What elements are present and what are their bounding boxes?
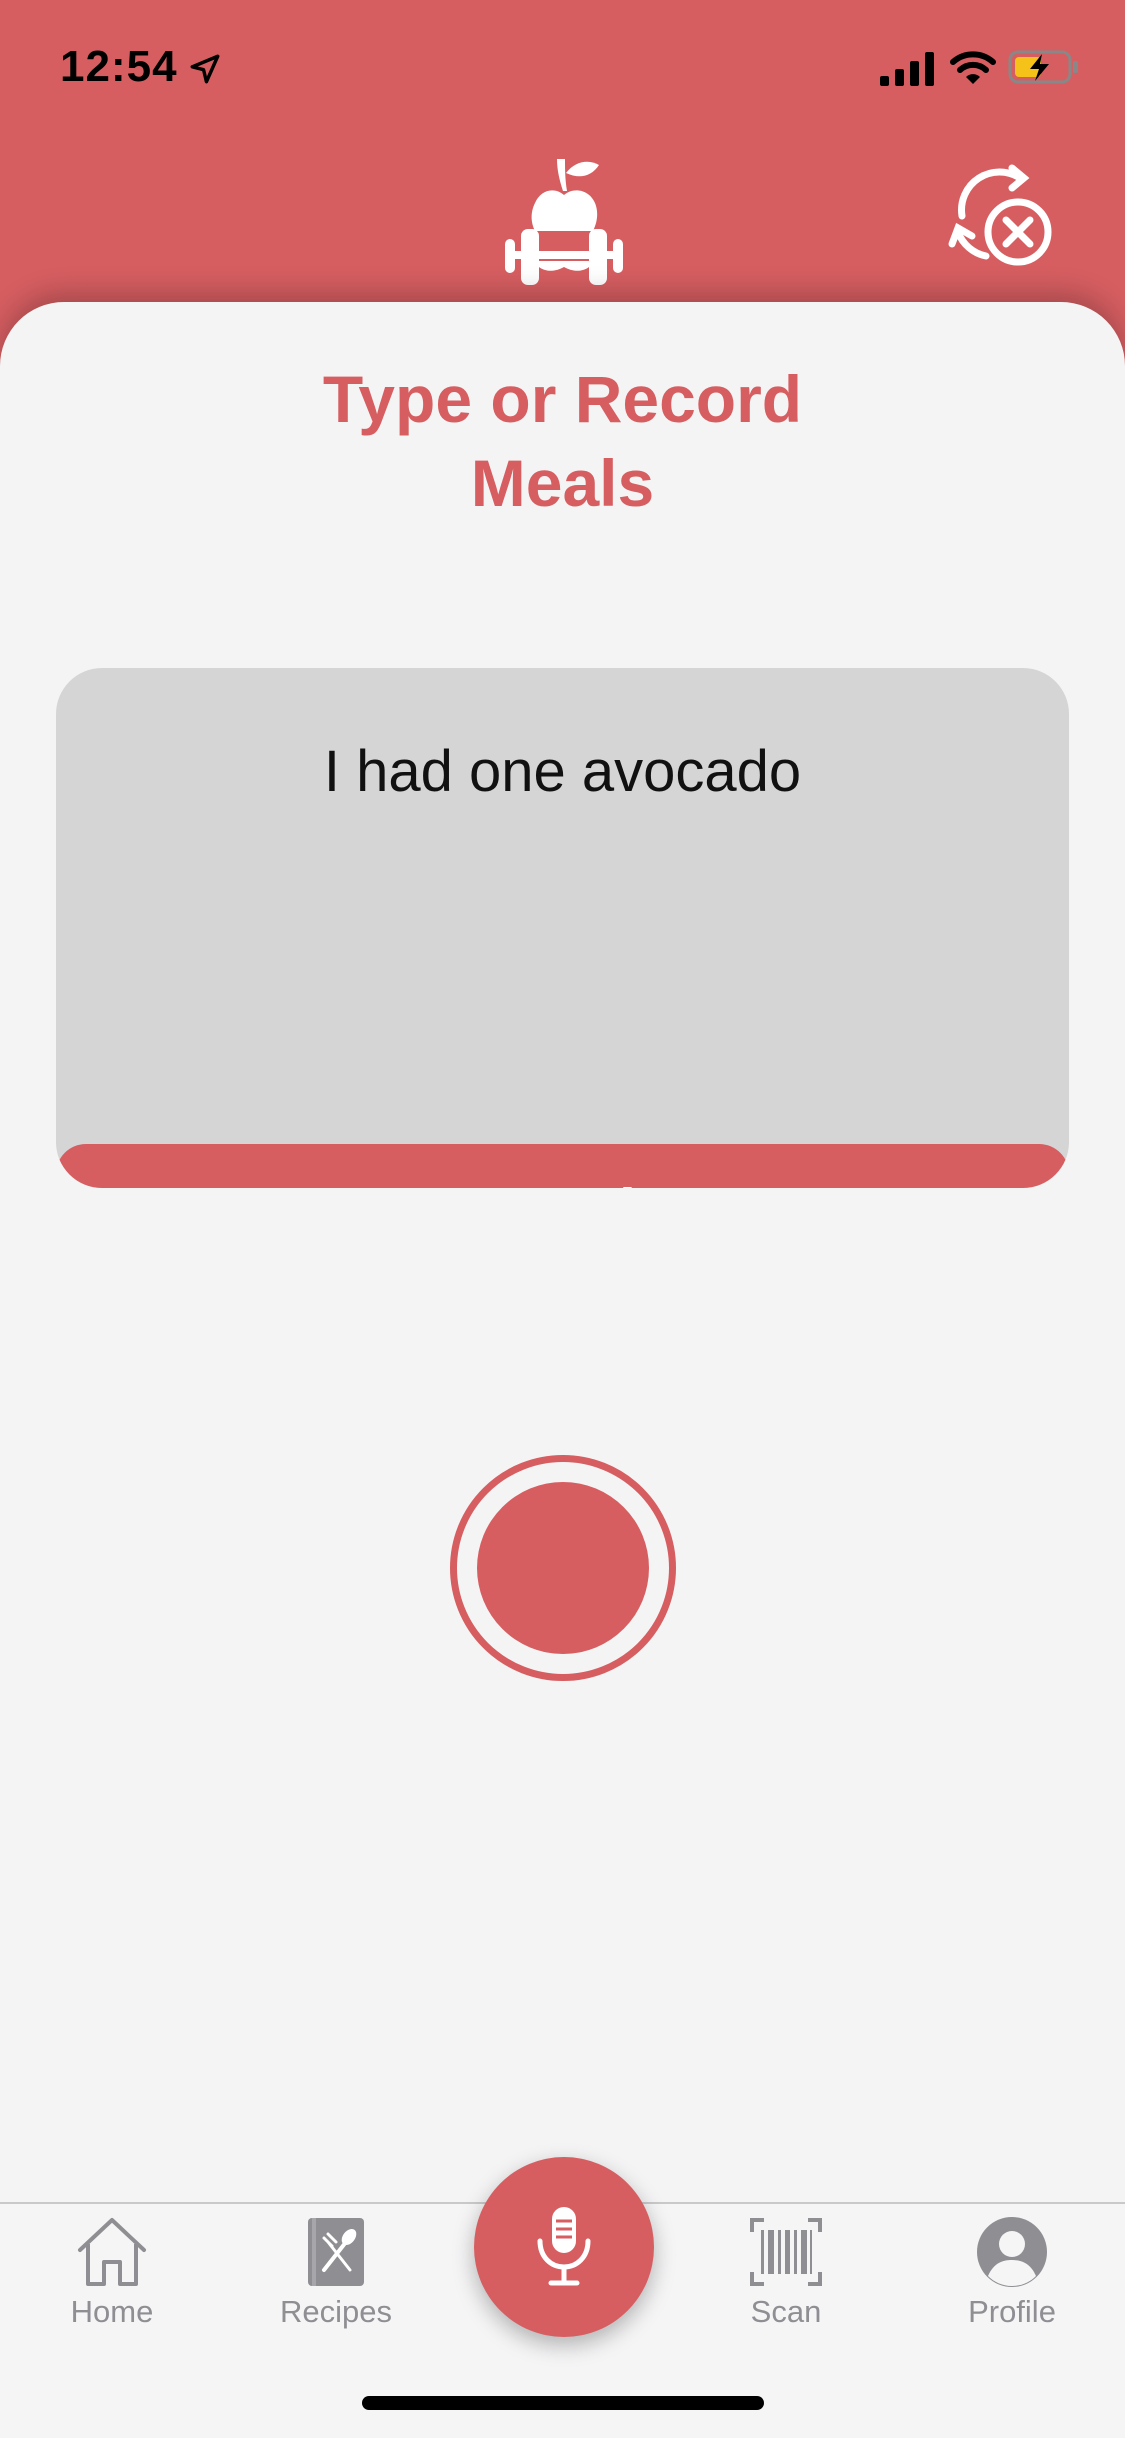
tab-recipes-label: Recipes	[280, 2294, 392, 2329]
meal-entry-box: I had one avocado Send	[56, 668, 1069, 1188]
page-title-line2: Meals	[470, 446, 655, 520]
tab-home[interactable]: Home	[12, 2214, 212, 2334]
microphone-icon	[537, 2207, 591, 2286]
status-bar: 12:54	[0, 0, 1125, 140]
record-circle-icon	[477, 1482, 649, 1654]
home-indicator	[362, 2396, 764, 2410]
recipe-book-icon	[308, 2218, 364, 2286]
record-button[interactable]	[450, 1455, 676, 1681]
app-header	[0, 140, 1125, 310]
wifi-icon	[950, 51, 996, 84]
tab-scan-label: Scan	[750, 2294, 822, 2329]
cellular-signal-icon	[880, 52, 934, 86]
meal-text-input[interactable]: I had one avocado	[56, 738, 1069, 805]
send-button[interactable]: Send	[56, 1144, 1069, 1188]
barcode-icon	[750, 2218, 822, 2286]
page-title: Type or Record Meals	[0, 357, 1125, 525]
microphone-button[interactable]	[474, 2157, 654, 2337]
tab-profile-label: Profile	[968, 2294, 1056, 2329]
apple-dumbbell-logo-icon	[505, 159, 623, 285]
tab-profile[interactable]: Profile	[912, 2214, 1112, 2334]
battery-charging-icon	[1008, 50, 1078, 84]
page-title-line1: Type or Record	[322, 362, 803, 436]
tab-home-label: Home	[70, 2294, 154, 2329]
location-arrow-icon	[190, 54, 220, 84]
house-icon	[78, 2218, 146, 2286]
status-time: 12:54	[60, 42, 178, 91]
main-card: Type or Record Meals I had one avocado S…	[0, 302, 1125, 2202]
user-circle-icon	[977, 2217, 1047, 2287]
tab-scan[interactable]: Scan	[686, 2214, 886, 2334]
tab-recipes[interactable]: Recipes	[236, 2214, 436, 2334]
reset-cancel-icon[interactable]	[946, 162, 1058, 272]
